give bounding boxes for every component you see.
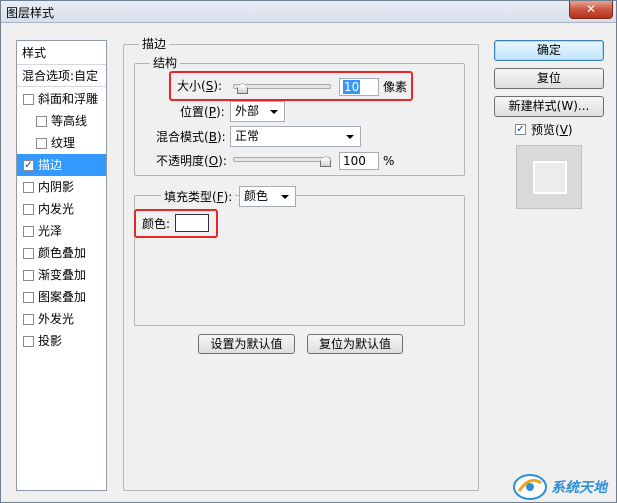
structure-group-title: 结构 [150, 56, 181, 71]
style-item-checkbox[interactable] [23, 94, 34, 105]
style-item-checkbox[interactable]: ✓ [23, 160, 34, 171]
style-item-label: 斜面和浮雕 [38, 92, 99, 106]
style-item-label: 纹理 [51, 136, 76, 150]
watermark-logo-icon [513, 474, 547, 500]
fill-type-select[interactable]: 颜色 [239, 186, 296, 207]
style-item-label: 图案叠加 [38, 290, 87, 304]
position-select[interactable]: 外部 [230, 101, 285, 122]
watermark: 系统天地 [511, 471, 616, 502]
style-item-label: 颜色叠加 [38, 246, 87, 260]
style-list-header[interactable]: 样式 [17, 41, 106, 65]
reset-default-button[interactable]: 复位为默认值 [307, 334, 403, 354]
style-list: 样式 混合选项:自定 斜面和浮雕等高线纹理 ✓ 描边内阴影内发光光泽颜色叠加渐变叠加… [16, 40, 107, 491]
close-icon: ✕ [585, 2, 597, 16]
style-item-label: 内发光 [38, 202, 75, 216]
position-label: 位置(P): [180, 105, 225, 119]
opacity-unit: % [383, 154, 395, 168]
style-item[interactable]: 图案叠加 [17, 286, 106, 308]
fill-type-label: 填充类型(F): [161, 189, 236, 205]
style-item-checkbox[interactable] [36, 138, 47, 149]
style-item[interactable]: 渐变叠加 [17, 264, 106, 286]
size-highlight-box [169, 71, 413, 101]
style-item-label: 渐变叠加 [38, 268, 87, 282]
title-bar: 图层样式 ✕ [1, 1, 616, 23]
opacity-input[interactable]: 100 [339, 152, 379, 170]
style-item[interactable]: 内阴影 [17, 176, 106, 198]
style-item[interactable]: 等高线 [17, 110, 106, 132]
opacity-slider[interactable] [233, 157, 331, 162]
reset-button[interactable]: 复位 [494, 68, 604, 89]
style-item-label: 内阴影 [38, 180, 75, 194]
layer-style-dialog: 图层样式 ✕ 样式 混合选项:自定 斜面和浮雕 等高线 纹理 ✓ 描边 内阴影 内发光 光泽颜… [0, 0, 617, 503]
style-item[interactable]: ✓ 描边 [17, 154, 106, 176]
preview-thumbnail [533, 161, 567, 194]
style-item-checkbox[interactable] [23, 292, 34, 303]
opacity-label: 不透明度(O): [156, 154, 227, 168]
style-item-checkbox[interactable] [23, 226, 34, 237]
chevron-down-icon [270, 110, 278, 114]
checkmark-icon: ✓ [516, 124, 525, 135]
style-item[interactable]: 光泽 [17, 220, 106, 242]
style-item[interactable]: 颜色叠加 [17, 242, 106, 264]
chevron-down-icon [346, 135, 354, 139]
stroke-group-title: 描边 [139, 37, 170, 52]
style-item-label: 描边 [38, 158, 63, 172]
style-item-label: 光泽 [38, 224, 63, 238]
style-item-checkbox[interactable] [23, 204, 34, 215]
set-default-button[interactable]: 设置为默认值 [198, 334, 295, 354]
style-item-label: 外发光 [38, 312, 75, 326]
style-item-checkbox[interactable] [36, 116, 47, 127]
close-button[interactable]: ✕ [569, 1, 613, 19]
preview-checkbox[interactable]: ✓ [515, 124, 526, 135]
blend-mode-label: 混合模式(B): [156, 130, 226, 144]
style-preview [516, 145, 582, 209]
watermark-text: 系统天地 [551, 480, 607, 496]
style-item[interactable]: 投影 [17, 330, 106, 352]
blend-mode-select[interactable]: 正常 [230, 126, 361, 147]
style-item-label: 等高线 [51, 114, 88, 128]
color-highlight-box [134, 209, 218, 238]
style-item-checkbox[interactable] [23, 248, 34, 259]
window-title: 图层样式 [6, 6, 55, 20]
style-item-checkbox[interactable] [23, 314, 34, 325]
checkmark-icon: ✓ [24, 160, 33, 171]
new-style-button[interactable]: 新建样式(W)... [494, 96, 604, 117]
style-item-checkbox[interactable] [23, 182, 34, 193]
style-item-label: 投影 [38, 334, 63, 348]
style-item[interactable]: 外发光 [17, 308, 106, 330]
style-item[interactable]: 纹理 [17, 132, 106, 154]
chevron-down-icon [281, 195, 289, 199]
style-item-checkbox[interactable] [23, 270, 34, 281]
preview-label: 预览(V) [531, 123, 573, 137]
style-item[interactable]: 内发光 [17, 198, 106, 220]
ok-button[interactable]: 确定 [494, 40, 604, 61]
blend-options-item[interactable]: 混合选项:自定 [17, 65, 106, 87]
style-item-checkbox[interactable] [23, 336, 34, 347]
style-item[interactable]: 斜面和浮雕 [17, 88, 106, 110]
